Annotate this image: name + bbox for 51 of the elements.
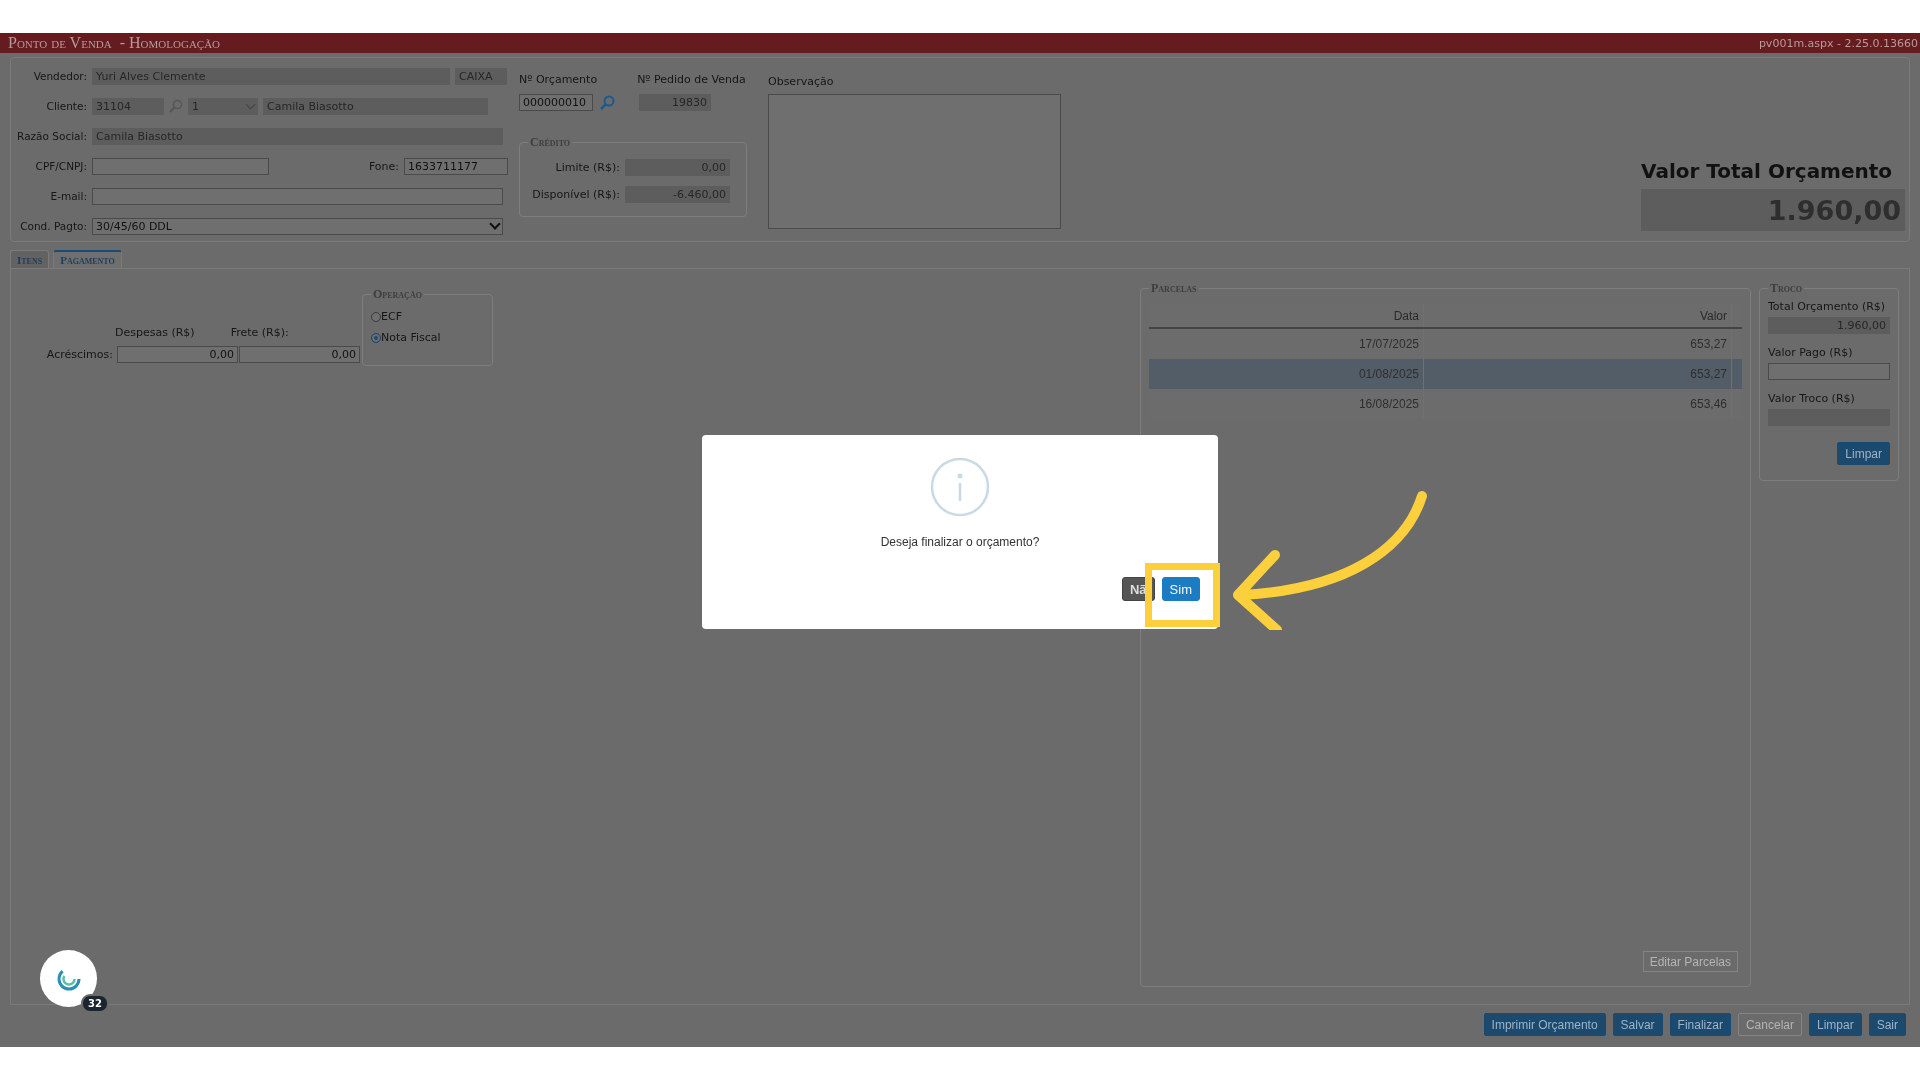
action-button[interactable]: Limpar — [1808, 1013, 1862, 1036]
radio-button[interactable] — [371, 311, 381, 322]
field-label: Nº Pedido de Venda — [637, 73, 746, 86]
field-label: Despesas (R$) — [115, 325, 195, 339]
email-field[interactable] — [92, 187, 503, 205]
radio-label: ECF — [381, 310, 402, 323]
observation-textarea[interactable] — [768, 94, 1061, 229]
search-icon[interactable] — [599, 94, 615, 111]
field-label: CPF/CNPJ: — [34, 160, 87, 172]
clear-button[interactable]: Limpar — [1837, 442, 1890, 465]
field-label: Valor Pago (R$) — [1768, 346, 1854, 359]
table-row[interactable]: 01/08/2025 653,27 — [1149, 359, 1742, 389]
dialog-message: Deseja finalizar o orçamento? — [880, 535, 1040, 549]
action-button[interactable]: Imprimir Orçamento — [1483, 1013, 1606, 1036]
field-label: Nº Orçamento — [519, 73, 598, 86]
phone-field[interactable]: 1633711177 — [404, 157, 508, 175]
field-label: Cond. Pagto: — [19, 220, 87, 232]
field-label: Razão Social: — [16, 130, 87, 142]
action-button[interactable]: Salvar — [1612, 1013, 1663, 1036]
radio-button[interactable] — [371, 332, 381, 343]
action-button[interactable]: Sair — [1868, 1013, 1906, 1036]
total-label: Valor Total Orçamento — [1641, 159, 1894, 183]
field-label: Total Orçamento (R$) — [1768, 300, 1887, 313]
expenses-field[interactable]: 0,00 — [117, 346, 238, 363]
field-label: Cliente: — [45, 100, 87, 112]
field-label: Disponível (R$): — [531, 188, 620, 201]
field-label: Observação — [768, 75, 835, 88]
field-label: Fone: — [367, 159, 399, 173]
field-label: Vendedor: — [32, 70, 87, 82]
field-label: Limite (R$): — [554, 161, 620, 174]
paid-field[interactable] — [1768, 363, 1890, 380]
tab[interactable]: Pagamento — [53, 250, 122, 268]
info-icon — [930, 457, 990, 517]
column-header: Data — [1149, 304, 1424, 327]
action-button[interactable]: Finalizar — [1669, 1013, 1731, 1036]
tab[interactable]: Itens — [10, 250, 50, 268]
payment-terms-select[interactable]: 30/45/60 DDL — [92, 217, 503, 235]
column-header: Valor — [1424, 304, 1732, 327]
field-label: Frete (R$): — [230, 325, 289, 339]
table-cell: 653,46 — [1424, 389, 1732, 419]
field-label: Valor Troco (R$) — [1768, 392, 1856, 405]
field-label: Acréscimos: — [45, 348, 113, 361]
table-cell: 16/08/2025 — [1149, 389, 1424, 419]
freight-field[interactable]: 0,00 — [239, 346, 360, 363]
radio-label: Nota Fiscal — [381, 331, 441, 344]
cpf-field[interactable] — [92, 157, 269, 175]
confirm-button[interactable]: Sim — [1161, 577, 1200, 601]
quote-number-field[interactable]: 000000010 — [519, 94, 593, 111]
app-title: Ponto de Venda - Homologação — [8, 34, 221, 52]
field-label: E-mail: — [49, 190, 87, 202]
version-text: pv001m.aspx - 2.25.0.13660 — [1758, 36, 1918, 50]
